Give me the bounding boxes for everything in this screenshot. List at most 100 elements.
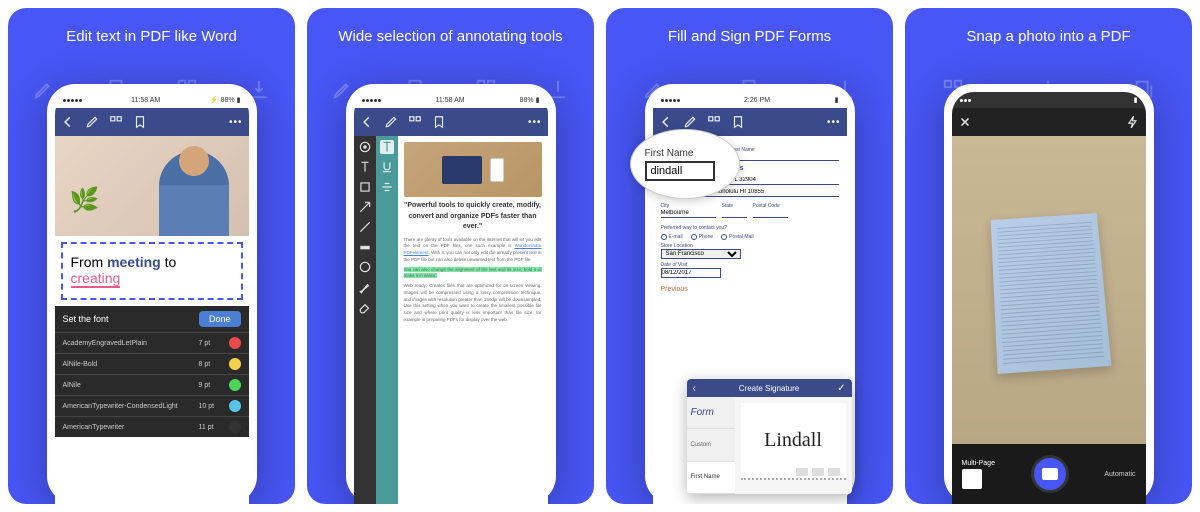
color-swatch[interactable]	[229, 337, 241, 349]
more-icon[interactable]: •••	[229, 117, 243, 128]
highlighted-text: You can also change the alignment of the…	[404, 267, 542, 279]
color-swatch[interactable]	[229, 379, 241, 391]
previous-link[interactable]: Previous	[661, 286, 839, 293]
app-toolbar: •••	[55, 108, 249, 136]
camera-toolbar	[952, 108, 1146, 136]
scanned-document	[990, 213, 1111, 374]
check-icon[interactable]: ✓	[837, 383, 845, 394]
edit-icon[interactable]	[85, 115, 99, 129]
zoom-magnifier: First Name	[630, 129, 740, 199]
laptop-graphic	[442, 156, 482, 184]
status-bar: 11:58 AM ⚡88%▮	[55, 92, 249, 108]
signature-drawn: Lindall	[764, 429, 822, 452]
status-bar: 11:58 AM 88%▮	[354, 92, 548, 108]
panel-title: Snap a photo into a PDF	[956, 28, 1140, 45]
font-option[interactable]: AmericanTypewriter-CondensedLight10 pt	[55, 395, 249, 416]
annotation-toolbar-dark	[354, 136, 376, 504]
shutter-button[interactable]	[1031, 455, 1069, 493]
state-input[interactable]	[722, 209, 747, 218]
panel-title: Edit text in PDF like Word	[56, 28, 247, 45]
circle-icon[interactable]	[358, 260, 372, 274]
more-icon[interactable]: •••	[827, 117, 841, 128]
brush-icon[interactable]	[358, 280, 372, 294]
font-option[interactable]: AcademyEngravedLetPlain7 pt	[55, 332, 249, 353]
edit-icon[interactable]	[683, 115, 697, 129]
eraser-icon[interactable]	[358, 300, 372, 314]
status-time: 2:26 PM	[744, 97, 770, 104]
panel-title: Fill and Sign PDF Forms	[658, 28, 841, 45]
back-icon[interactable]	[360, 115, 374, 129]
font-panel-title: Set the font	[63, 314, 109, 324]
phone-frame: 11:58 AM 88%▮ •••	[346, 84, 556, 504]
color-swatch[interactable]	[229, 421, 241, 433]
radio-group: E-mail Phone Postal Mail	[661, 234, 839, 240]
close-icon[interactable]	[958, 115, 972, 129]
font-option[interactable]: AmericanTypewriter11 pt	[55, 416, 249, 437]
hero-image	[55, 136, 249, 236]
camera-icon	[1042, 468, 1058, 480]
camera-mode[interactable]: Automatic	[1104, 471, 1135, 478]
sig-tab[interactable]: First Name	[687, 462, 735, 494]
back-icon[interactable]	[61, 115, 75, 129]
text-icon[interactable]	[358, 160, 372, 174]
city-input[interactable]	[661, 209, 716, 218]
camera-viewfinder[interactable]	[952, 136, 1146, 444]
app-toolbar: •••	[354, 108, 548, 136]
camera-mode[interactable]: Multi-Page	[962, 460, 995, 467]
store-select[interactable]: San Francisco	[661, 249, 741, 259]
arrow-icon[interactable]	[358, 200, 372, 214]
radio-option[interactable]: E-mail	[661, 234, 683, 240]
doc-hero-image	[404, 142, 542, 197]
thumbnail-preview[interactable]	[962, 469, 982, 489]
text-edit-region[interactable]: From meeting to creating	[61, 242, 243, 300]
sig-tab[interactable]: Custom	[687, 429, 735, 461]
font-panel: Set the font Done AcademyEngravedLetPlai…	[55, 306, 249, 437]
postal-input[interactable]	[753, 209, 788, 218]
panel-edit-text: Edit text in PDF like Word 11:58 AM ⚡88%…	[8, 8, 295, 504]
font-option[interactable]: AlNile-Bold8 pt	[55, 353, 249, 374]
thumbnails-icon[interactable]	[109, 115, 123, 129]
zoom-field-label: First Name	[645, 148, 725, 159]
sig-tab[interactable]: Form	[687, 397, 735, 429]
annotation-toolbar-light	[376, 136, 398, 504]
underline-icon[interactable]	[380, 160, 394, 174]
shape-icon[interactable]	[358, 180, 372, 194]
signature-canvas[interactable]: Lindall	[741, 403, 846, 480]
signature-tabs: Form Custom First Name	[687, 397, 735, 494]
text-tool-icon[interactable]	[380, 140, 394, 154]
target-icon[interactable]	[358, 140, 372, 154]
phone-frame: ▮ Multi-Page Automati	[944, 84, 1154, 504]
sig-tool-icon[interactable]	[828, 468, 840, 476]
edit-icon[interactable]	[384, 115, 398, 129]
sig-tool-icon[interactable]	[812, 468, 824, 476]
chevron-left-icon[interactable]: ‹	[693, 383, 696, 394]
font-option[interactable]: AlNile9 pt	[55, 374, 249, 395]
plant-decoration	[70, 186, 95, 226]
flash-icon[interactable]	[1126, 115, 1140, 129]
panel-title: Wide selection of annotating tools	[328, 28, 572, 45]
document-page[interactable]: "Powerful tools to quickly create, modif…	[398, 136, 548, 504]
thumbnails-icon[interactable]	[707, 115, 721, 129]
radio-option[interactable]: Phone	[691, 234, 713, 240]
status-bar: ▮	[952, 92, 1146, 108]
strike-icon[interactable]	[380, 180, 394, 194]
panel-fill-sign: Fill and Sign PDF Forms First Name 2:26 …	[606, 8, 893, 504]
color-swatch[interactable]	[229, 358, 241, 370]
zoom-field-input[interactable]	[645, 161, 715, 181]
thumbnails-icon[interactable]	[408, 115, 422, 129]
editing-cursor-word[interactable]: creating	[71, 270, 121, 288]
more-icon[interactable]: •••	[528, 117, 542, 128]
color-swatch[interactable]	[229, 400, 241, 412]
bookmark-icon[interactable]	[133, 115, 147, 129]
back-icon[interactable]	[659, 115, 673, 129]
status-time: 11:58 AM	[131, 97, 160, 104]
sig-tool-icon[interactable]	[796, 468, 808, 476]
done-button[interactable]: Done	[199, 311, 241, 327]
highlight-icon[interactable]	[358, 240, 372, 254]
bookmark-icon[interactable]	[432, 115, 446, 129]
popup-title: Create Signature	[739, 384, 799, 393]
radio-option[interactable]: Postal Mail	[721, 234, 753, 240]
bookmark-icon[interactable]	[731, 115, 745, 129]
line-icon[interactable]	[358, 220, 372, 234]
date-input[interactable]	[661, 268, 721, 278]
